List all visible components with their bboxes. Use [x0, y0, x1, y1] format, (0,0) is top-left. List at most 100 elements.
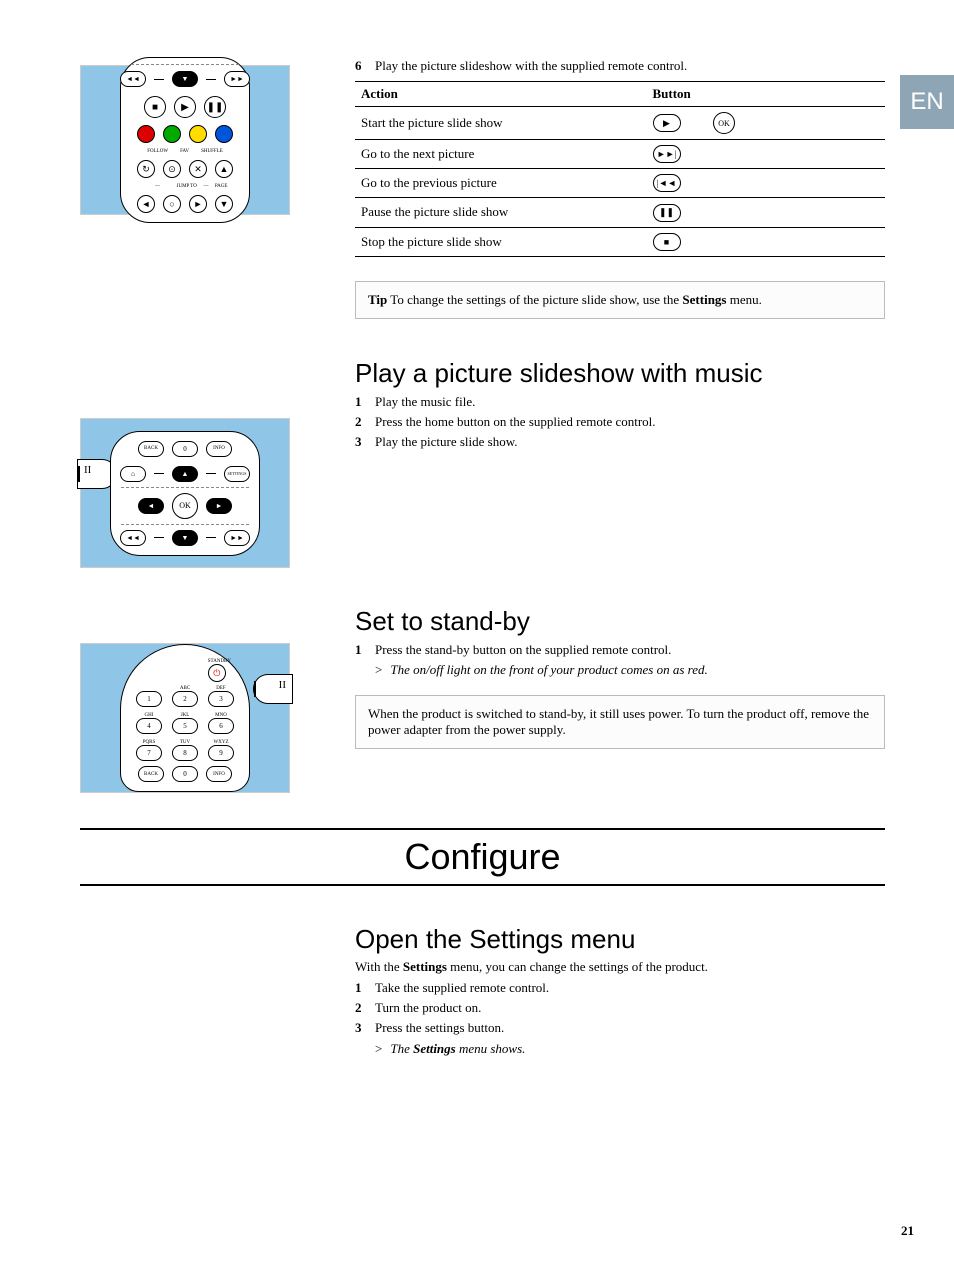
chapter-title: Configure: [80, 836, 885, 878]
key-5-icon: 5: [172, 718, 198, 734]
ok-btn-icon: OK: [172, 493, 198, 519]
tip-bold: Settings: [682, 292, 726, 307]
step-number: 3: [355, 433, 375, 451]
tip-text-before: To change the settings of the picture sl…: [387, 292, 682, 307]
key-2-icon: 2: [172, 691, 198, 707]
pqrs-label: PQRS: [136, 740, 162, 745]
settings-btn-icon: SETTINGS: [224, 466, 250, 482]
table-row: Pause the picture slide show ❚❚: [355, 198, 885, 228]
nav-right-icon: ►: [206, 498, 232, 514]
step-result: >The Settings menu shows.: [375, 1040, 885, 1058]
key-4-icon: 4: [136, 718, 162, 734]
key-3-icon: 3: [208, 691, 234, 707]
settings-intro: With the Settings menu, you can change t…: [355, 959, 885, 975]
intro-before: With the: [355, 959, 403, 974]
yellow-button-icon: [189, 125, 207, 143]
step-text: Press the settings button.: [375, 1019, 885, 1037]
table-header-button: Button: [647, 82, 886, 107]
action-cell: Stop the picture slide show: [355, 227, 647, 256]
down-icon: ▼: [172, 71, 198, 87]
skip-fwd-icon: ►►: [224, 530, 250, 546]
step-number: 6: [355, 57, 375, 75]
key-6-icon: 6: [208, 718, 234, 734]
step-item: 3Press the settings button.: [355, 1019, 885, 1037]
ghi-label: GHI: [136, 713, 162, 718]
stop-icon: ■: [144, 96, 166, 118]
step-text: Take the supplied remote control.: [375, 979, 885, 997]
table-row: Start the picture slide show ▶ OK: [355, 107, 885, 140]
button-cell: ▶ OK: [647, 107, 886, 140]
table-row: Go to the next picture ►►|: [355, 140, 885, 169]
remote-illustration-2: II BACK 0 INFO ⌂ ▲ SETTINGS ◄ OK ►: [80, 418, 290, 568]
tip-label: Tip: [368, 292, 387, 307]
wxyz-label: WXYZ: [208, 740, 234, 745]
step-text: Press the home button on the supplied re…: [375, 413, 885, 431]
right-btn-icon: ►: [189, 195, 207, 213]
step-text: Play the music file.: [375, 393, 885, 411]
prev-icon: ◄◄: [120, 71, 146, 87]
action-button-table: Action Button Start the picture slide sh…: [355, 81, 885, 257]
fav-label: FAV: [180, 149, 189, 154]
result-text: The on/off light on the front of your pr…: [390, 661, 707, 679]
up-btn-icon: ▲: [215, 160, 233, 178]
tip-box: Tip To change the settings of the pictur…: [355, 281, 885, 319]
home-btn-icon: ⌂: [120, 466, 146, 482]
action-cell: Go to the next picture: [355, 140, 647, 169]
step-text: Play the picture slide show.: [375, 433, 885, 451]
standby-btn-icon: ⏻: [208, 664, 226, 682]
zero-btn-icon: 0: [172, 441, 198, 457]
section-title-music: Play a picture slideshow with music: [355, 358, 885, 389]
red-button-icon: [137, 125, 155, 143]
action-cell: Go to the previous picture: [355, 169, 647, 198]
skip-back-icon: ◄◄: [120, 530, 146, 546]
remote-illustration-1: ◄◄ ▼ ►► ■ ▶ ❚❚ FOLLOW FAV SHUFFLE: [80, 65, 290, 215]
thumb-right-icon: II: [253, 674, 293, 704]
follow-label: FOLLOW: [147, 149, 168, 154]
page-number: 21: [901, 1223, 914, 1239]
pause-icon: ❚❚: [204, 96, 226, 118]
step-item: 1Take the supplied remote control.: [355, 979, 885, 997]
ok-icon: OK: [713, 112, 735, 134]
shuffle-label: SHUFFLE: [201, 149, 223, 154]
tip-text-after: menu.: [726, 292, 761, 307]
key-8-icon: 8: [172, 745, 198, 761]
step-number: 3: [355, 1019, 375, 1037]
fav-btn-icon: ⊙: [163, 160, 181, 178]
down-btn-icon: ▼: [215, 195, 233, 213]
info-btn-icon: INFO: [206, 441, 232, 457]
result-text: The Settings menu shows.: [390, 1040, 525, 1058]
section-title-standby: Set to stand-by: [355, 606, 885, 637]
language-tab: EN: [900, 75, 954, 129]
mno-label: MNO: [208, 713, 234, 718]
table-header-action: Action: [355, 82, 647, 107]
nav-down-icon: ▼: [172, 530, 198, 546]
step-item: 1Play the music file.: [355, 393, 885, 411]
key-1-icon: 1: [136, 691, 162, 707]
tuv-label: TUV: [172, 740, 198, 745]
step-number: 1: [355, 393, 375, 411]
standby-label: STANDBY: [208, 659, 231, 664]
play-icon: ▶: [174, 96, 196, 118]
standby-note-box: When the product is switched to stand-by…: [355, 695, 885, 749]
prev-track-icon: |◄◄: [653, 174, 681, 192]
step-6: 6 Play the picture slideshow with the su…: [355, 57, 885, 75]
next-icon: ►►: [224, 71, 250, 87]
intro-bold: Settings: [403, 959, 447, 974]
step-text: Press the stand-by button on the supplie…: [375, 641, 885, 659]
green-button-icon: [163, 125, 181, 143]
nav-up-icon: ▲: [172, 466, 198, 482]
step-result: >The on/off light on the front of your p…: [375, 661, 885, 679]
step-text: Turn the product on.: [375, 999, 885, 1017]
key-back-icon: BACK: [138, 766, 164, 782]
action-cell: Start the picture slide show: [355, 107, 647, 140]
table-row: Stop the picture slide show ■: [355, 227, 885, 256]
abc-label: ABC: [172, 686, 198, 691]
section-title-settings: Open the Settings menu: [355, 924, 885, 955]
key-7-icon: 7: [136, 745, 162, 761]
step-text: Play the picture slideshow with the supp…: [375, 57, 885, 75]
page-label: PAGE: [215, 184, 228, 189]
follow-btn-icon: ↻: [137, 160, 155, 178]
blue-button-icon: [215, 125, 233, 143]
stop-icon: ■: [653, 233, 681, 251]
key-info-icon: INFO: [206, 766, 232, 782]
